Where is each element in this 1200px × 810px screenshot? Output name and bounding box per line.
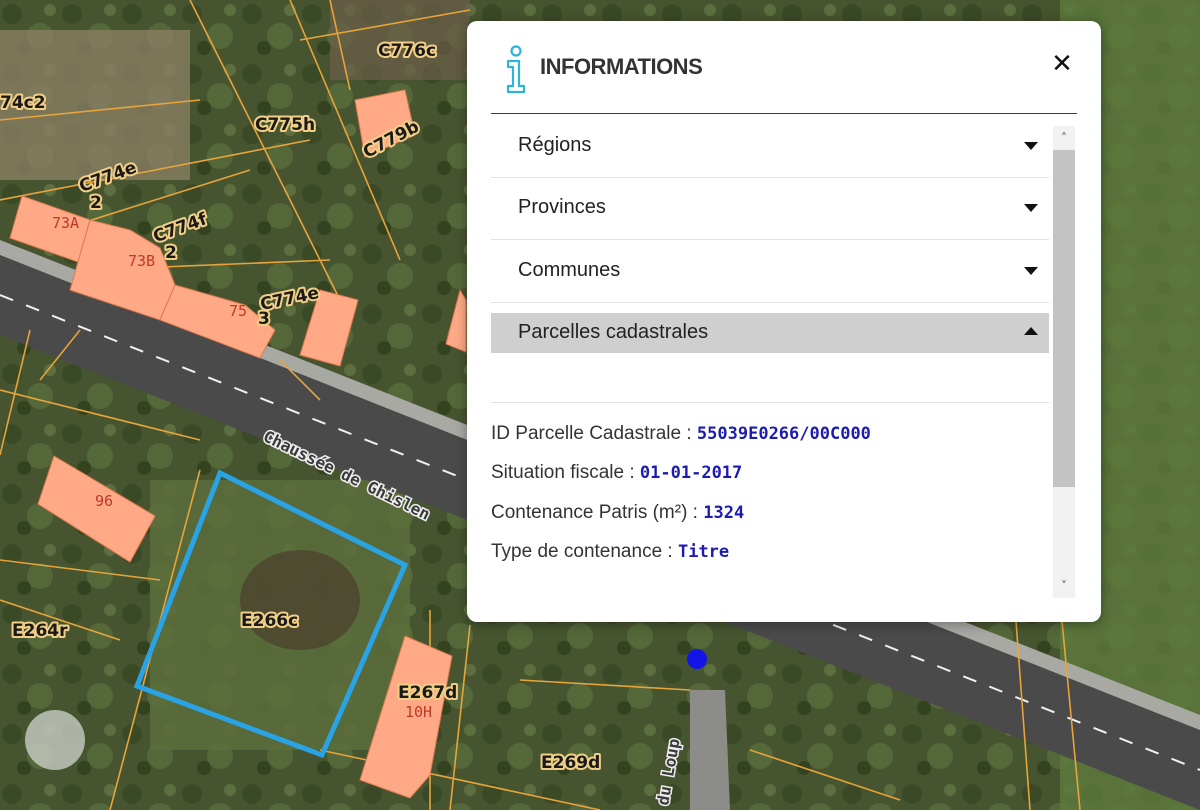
accordion-label: Régions [518,134,592,156]
divider [491,402,1049,403]
fiscal-situation-label: Situation fiscale : [491,462,640,483]
caret-down-icon [1024,204,1038,212]
scrollbar[interactable]: ˄ ˅ [1053,126,1075,598]
caret-up-icon [1024,327,1038,335]
parcel-label: E266c [241,611,298,631]
close-icon[interactable]: ✕ [1047,49,1077,79]
popup-header: INFORMATIONS ✕ [491,21,1077,114]
accordion-label: Communes [518,259,621,281]
popup-scroll-area[interactable]: Régions Provinces Communes Parcelles cad… [491,124,1077,600]
divider [491,177,1049,178]
parcel-label: C775h [255,115,315,135]
caret-down-icon [1024,142,1038,150]
divider [491,239,1049,240]
parcel-id-label: ID Parcelle Cadastrale : [491,423,697,444]
parcel-id-value: 55039E0266/00C000 [696,424,871,444]
accordion-item-communes[interactable]: Communes [491,251,1049,291]
area-type-label: Type de contenance : [491,541,678,562]
house-number: 73B [128,252,155,270]
parcel-label: 3 [258,309,270,329]
divider [491,302,1049,303]
area-value: 1324 [703,503,745,523]
accordion-item-parcelles-cadastrales[interactable]: Parcelles cadastrales [491,313,1049,353]
scroll-down-icon[interactable]: ˅ [1053,576,1075,596]
area-type-value: Titre [677,542,730,562]
parcel-id-row: ID Parcelle Cadastrale : 55039E0266/00C0… [491,423,871,445]
parcel-label: 2 [165,243,177,263]
house-number: 73A [52,214,79,232]
parcel-label: 2 [90,193,102,213]
accordion-label: Parcelles cadastrales [518,321,709,343]
area-type-row: Type de contenance : Titre [491,541,729,563]
scroll-up-icon[interactable]: ˄ [1053,128,1075,148]
house-number: 10H [405,703,432,721]
parcel-label: 74c2 [0,93,46,113]
fiscal-situation-row: Situation fiscale : 01-01-2017 [491,462,742,484]
scroll-thumb[interactable] [1053,150,1075,487]
parcel-label: C776c [378,41,436,61]
area-label: Contenance Patris (m²) : [491,502,704,523]
accordion-item-regions[interactable]: Régions [491,126,1049,166]
info-popup: INFORMATIONS ✕ Régions Provinces Commune… [467,21,1101,622]
location-marker[interactable] [687,649,707,669]
house-number: 96 [95,492,113,510]
popup-title: INFORMATIONS [540,54,703,79]
info-icon [506,45,526,94]
caret-down-icon [1024,267,1038,275]
accordion-item-provinces[interactable]: Provinces [491,188,1049,228]
house-number: 75 [229,302,247,320]
parcel-label: E269d [541,753,600,773]
parcel-label: E264r [12,621,68,641]
accordion-label: Provinces [518,196,606,218]
parcel-label: E267d [398,683,457,703]
fiscal-situation-value: 01-01-2017 [639,463,743,483]
area-row: Contenance Patris (m²) : 1324 [491,502,744,524]
